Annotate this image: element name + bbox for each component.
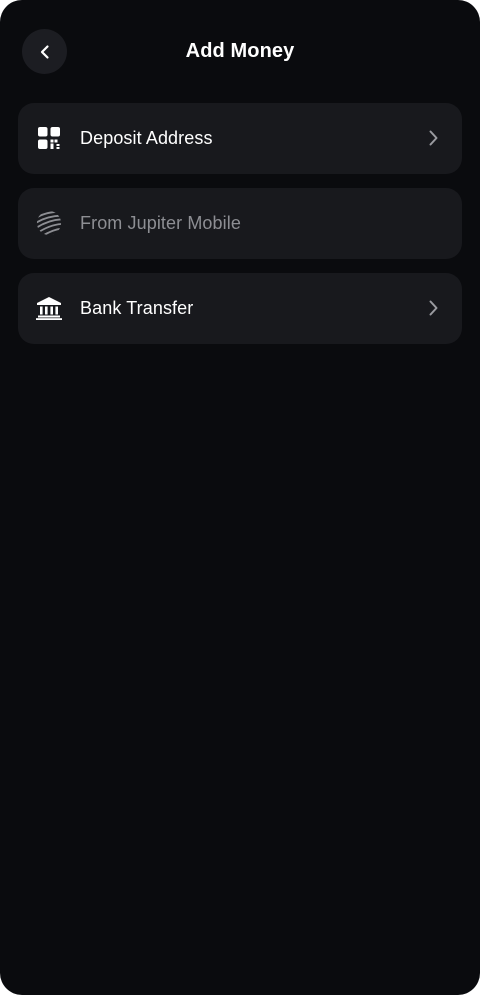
add-money-screen: Add Money Deposit Address From Jupiter M…: [0, 0, 480, 995]
chevron-right-icon: [424, 129, 442, 147]
jupiter-logo-icon: [36, 210, 62, 236]
deposit-address-label: Deposit Address: [80, 128, 213, 148]
add-money-options: Deposit Address From Jupiter Mobile Bank…: [18, 103, 462, 358]
bank-icon: [36, 295, 62, 321]
deposit-address-option[interactable]: Deposit Address: [18, 103, 462, 174]
bank-transfer-option[interactable]: Bank Transfer: [18, 273, 462, 344]
bank-transfer-label: Bank Transfer: [80, 298, 194, 318]
from-jupiter-mobile-label: From Jupiter Mobile: [80, 213, 241, 233]
from-jupiter-mobile-option[interactable]: From Jupiter Mobile: [18, 188, 462, 259]
chevron-right-icon: [424, 299, 442, 317]
header: Add Money: [0, 0, 480, 104]
qr-code-icon: [36, 125, 62, 151]
page-title: Add Money: [185, 40, 295, 62]
